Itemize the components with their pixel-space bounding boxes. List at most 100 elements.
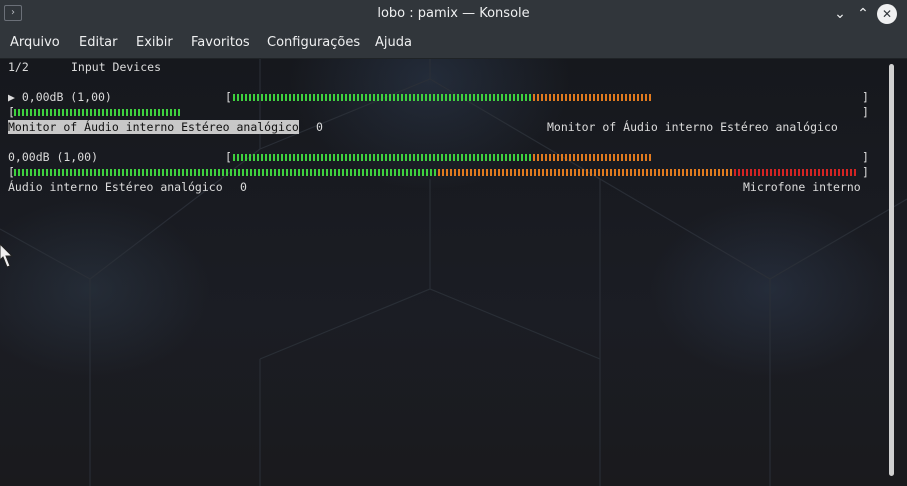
meter-segment <box>313 154 315 161</box>
meter-segment <box>450 169 452 176</box>
meter-segment <box>82 169 84 176</box>
meter-segment <box>549 94 551 101</box>
meter-segment <box>549 154 551 161</box>
meter-segment <box>714 169 716 176</box>
meter-segment <box>690 169 692 176</box>
meter-segment <box>577 94 579 101</box>
meter-segment <box>718 169 720 176</box>
meter-segment <box>402 169 404 176</box>
meter-segment <box>218 169 220 176</box>
meter-segment <box>830 169 832 176</box>
meter-segment <box>485 154 487 161</box>
meter-segment <box>417 154 419 161</box>
meter-segment <box>834 169 836 176</box>
meter-segment <box>573 94 575 101</box>
meter-segment <box>646 169 648 176</box>
meter-segment <box>842 169 844 176</box>
meter-segment <box>326 169 328 176</box>
meter-segment <box>98 169 100 176</box>
meter-segment <box>325 154 327 161</box>
meter-segment <box>393 94 395 101</box>
meter-segment <box>134 109 136 116</box>
meter-segment <box>625 94 627 101</box>
meter-segment <box>361 94 363 101</box>
meter-segment <box>150 169 152 176</box>
meter-segment <box>314 169 316 176</box>
meter-segment <box>30 109 32 116</box>
meter-segment <box>478 169 480 176</box>
meter-segment <box>321 154 323 161</box>
meter-segment <box>42 109 44 116</box>
meter-segment <box>766 169 768 176</box>
meter-segment <box>357 154 359 161</box>
meter-segment <box>349 154 351 161</box>
meter-segment <box>578 169 580 176</box>
menu-ajuda[interactable]: Ajuda <box>375 28 412 58</box>
device-2-name[interactable]: Áudio interno Estéreo analógico <box>8 180 223 194</box>
meter-segment <box>501 94 503 101</box>
meter-segment <box>142 109 144 116</box>
menu-editar[interactable]: Editar <box>79 28 118 58</box>
meter-segment <box>170 169 172 176</box>
close-icon[interactable]: ✕ <box>877 4 897 24</box>
meter-segment <box>342 169 344 176</box>
meter-segment <box>373 94 375 101</box>
meter-segment <box>385 94 387 101</box>
terminal-area[interactable]: 1/2 Input Devices ▶ 0,00dB (1,00) [ ] [ … <box>0 59 907 486</box>
meter-segment <box>74 109 76 116</box>
meter-segment <box>626 169 628 176</box>
menu-exibir[interactable]: Exibir <box>136 28 173 58</box>
meter-segment <box>166 109 168 116</box>
device-1-volume: ▶ 0,00dB (1,00) <box>8 90 112 104</box>
device-2-volume-meter[interactable] <box>233 154 651 161</box>
device-1-volume-meter[interactable] <box>233 94 651 101</box>
konsole-window: › lobo : pamix — Konsole ⌄ ⌃ ✕ Arquivo E… <box>0 0 907 486</box>
meter-segment <box>666 169 668 176</box>
meter-segment <box>754 169 756 176</box>
meter-segment <box>190 169 192 176</box>
meter-segment <box>525 94 527 101</box>
meter-segment <box>517 94 519 101</box>
meter-segment <box>226 169 228 176</box>
menu-favoritos[interactable]: Favoritos <box>191 28 250 58</box>
meter-segment <box>362 169 364 176</box>
meter-segment <box>418 169 420 176</box>
meter-segment <box>518 169 520 176</box>
meter-segment <box>529 154 531 161</box>
meter-segment <box>409 94 411 101</box>
meter-segment <box>398 169 400 176</box>
meter-segment <box>298 169 300 176</box>
meter-segment <box>86 109 88 116</box>
section-title: Input Devices <box>71 60 162 74</box>
meter-segment <box>138 169 140 176</box>
maximize-icon[interactable]: ⌃ <box>853 4 873 24</box>
meter-segment <box>650 169 652 176</box>
meter-segment <box>329 154 331 161</box>
meter-segment <box>522 169 524 176</box>
meter-segment <box>638 169 640 176</box>
meter-segment <box>54 109 56 116</box>
terminal-scrollbar[interactable] <box>889 64 894 476</box>
meter-segment <box>498 169 500 176</box>
meter-segment <box>250 169 252 176</box>
minimize-icon[interactable]: ⌄ <box>830 4 850 24</box>
meter-segment <box>158 109 160 116</box>
menu-configuracoes[interactable]: Configurações <box>267 28 360 58</box>
meter-segment <box>633 94 635 101</box>
device-1-name[interactable]: Monitor of Áudio interno Estéreo analógi… <box>8 120 299 134</box>
meter-segment <box>658 169 660 176</box>
meter-segment <box>850 169 852 176</box>
title-bar: › lobo : pamix — Konsole ⌄ ⌃ ✕ <box>0 0 907 28</box>
meter-segment <box>377 94 379 101</box>
meter-segment <box>645 94 647 101</box>
meter-segment <box>365 154 367 161</box>
menu-arquivo[interactable]: Arquivo <box>10 28 60 58</box>
meter-segment <box>493 154 495 161</box>
meter-segment <box>641 154 643 161</box>
meter-segment <box>158 169 160 176</box>
meter-segment <box>429 154 431 161</box>
meter-segment <box>385 154 387 161</box>
meter-segment <box>601 154 603 161</box>
meter-segment <box>390 169 392 176</box>
meter-segment <box>409 154 411 161</box>
